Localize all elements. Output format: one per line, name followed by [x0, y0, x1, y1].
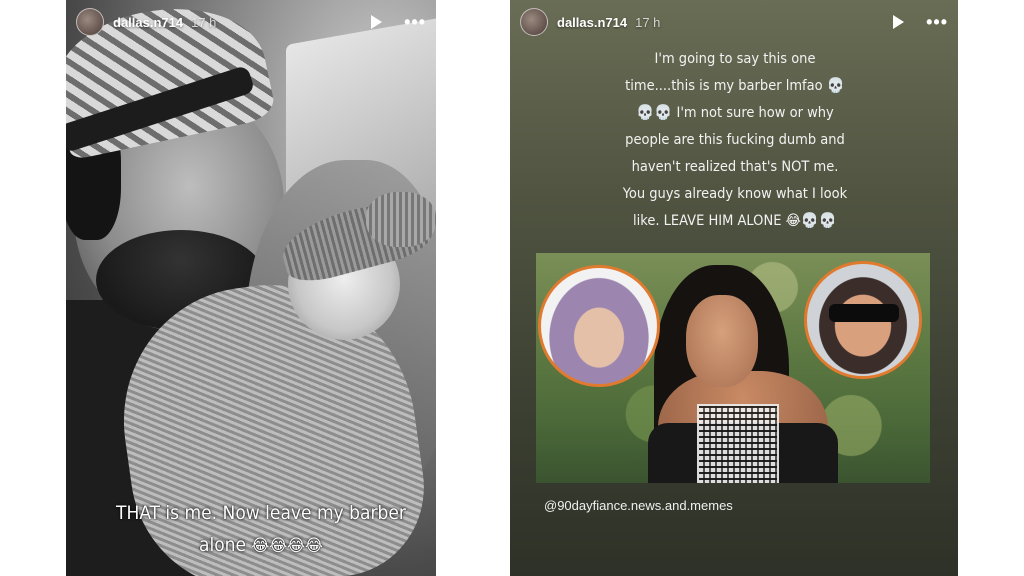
caption-line-2: alone [199, 534, 247, 556]
avatar[interactable] [520, 8, 548, 36]
story-text-line: like. LEAVE HIM ALONE 😂💀💀 [633, 213, 837, 229]
story-header: dallas.n714 17 h ••• [76, 8, 426, 36]
story-text-line: people are this fucking dumb and [625, 132, 845, 148]
story-text-line: I'm going to say this one [654, 51, 816, 67]
post-time: 17 h [191, 14, 217, 30]
story-text-line: 💀💀 I'm not sure how or why [636, 105, 834, 121]
username[interactable]: dallas.n714 [557, 15, 627, 30]
avatar[interactable] [76, 8, 104, 36]
story-left[interactable]: dallas.n714 17 h ••• THAT is me. Now lea… [66, 0, 436, 576]
collage-woman-face [686, 295, 758, 387]
username[interactable]: dallas.n714 [113, 15, 183, 30]
story-text-line: You guys already know what I look [622, 186, 848, 202]
photo-baby-bow [366, 192, 436, 247]
story-text: I'm going to say this one time....this i… [600, 46, 870, 235]
more-options-icon[interactable]: ••• [404, 13, 426, 31]
play-icon[interactable] [893, 15, 905, 29]
story-header: dallas.n714 17 h ••• [520, 8, 948, 36]
caption-emojis: 😂😂😂😂 [251, 536, 323, 556]
story-caption: THAT is me. Now leave my barber alone 😂😂… [96, 497, 426, 562]
baby-photo-circle [538, 265, 660, 387]
caption-line-1: THAT is me. Now leave my barber [116, 502, 406, 524]
sunglasses [829, 304, 899, 322]
caption-line-2-wrap: alone 😂😂😂😂 [96, 529, 426, 562]
shared-image-collage[interactable] [536, 253, 930, 483]
man-photo-circle [804, 261, 922, 379]
more-options-icon[interactable]: ••• [926, 13, 948, 31]
play-icon[interactable] [371, 15, 383, 29]
story-right[interactable]: dallas.n714 17 h ••• I'm going to say th… [510, 0, 958, 576]
story-text-line: time....this is my barber lmfao 💀 [625, 78, 845, 94]
qr-code [697, 404, 779, 483]
mention-link[interactable]: @90dayfiance.news.and.memes [544, 498, 733, 513]
post-time: 17 h [635, 14, 661, 30]
story-text-line: haven't realized that's NOT me. [631, 159, 839, 175]
